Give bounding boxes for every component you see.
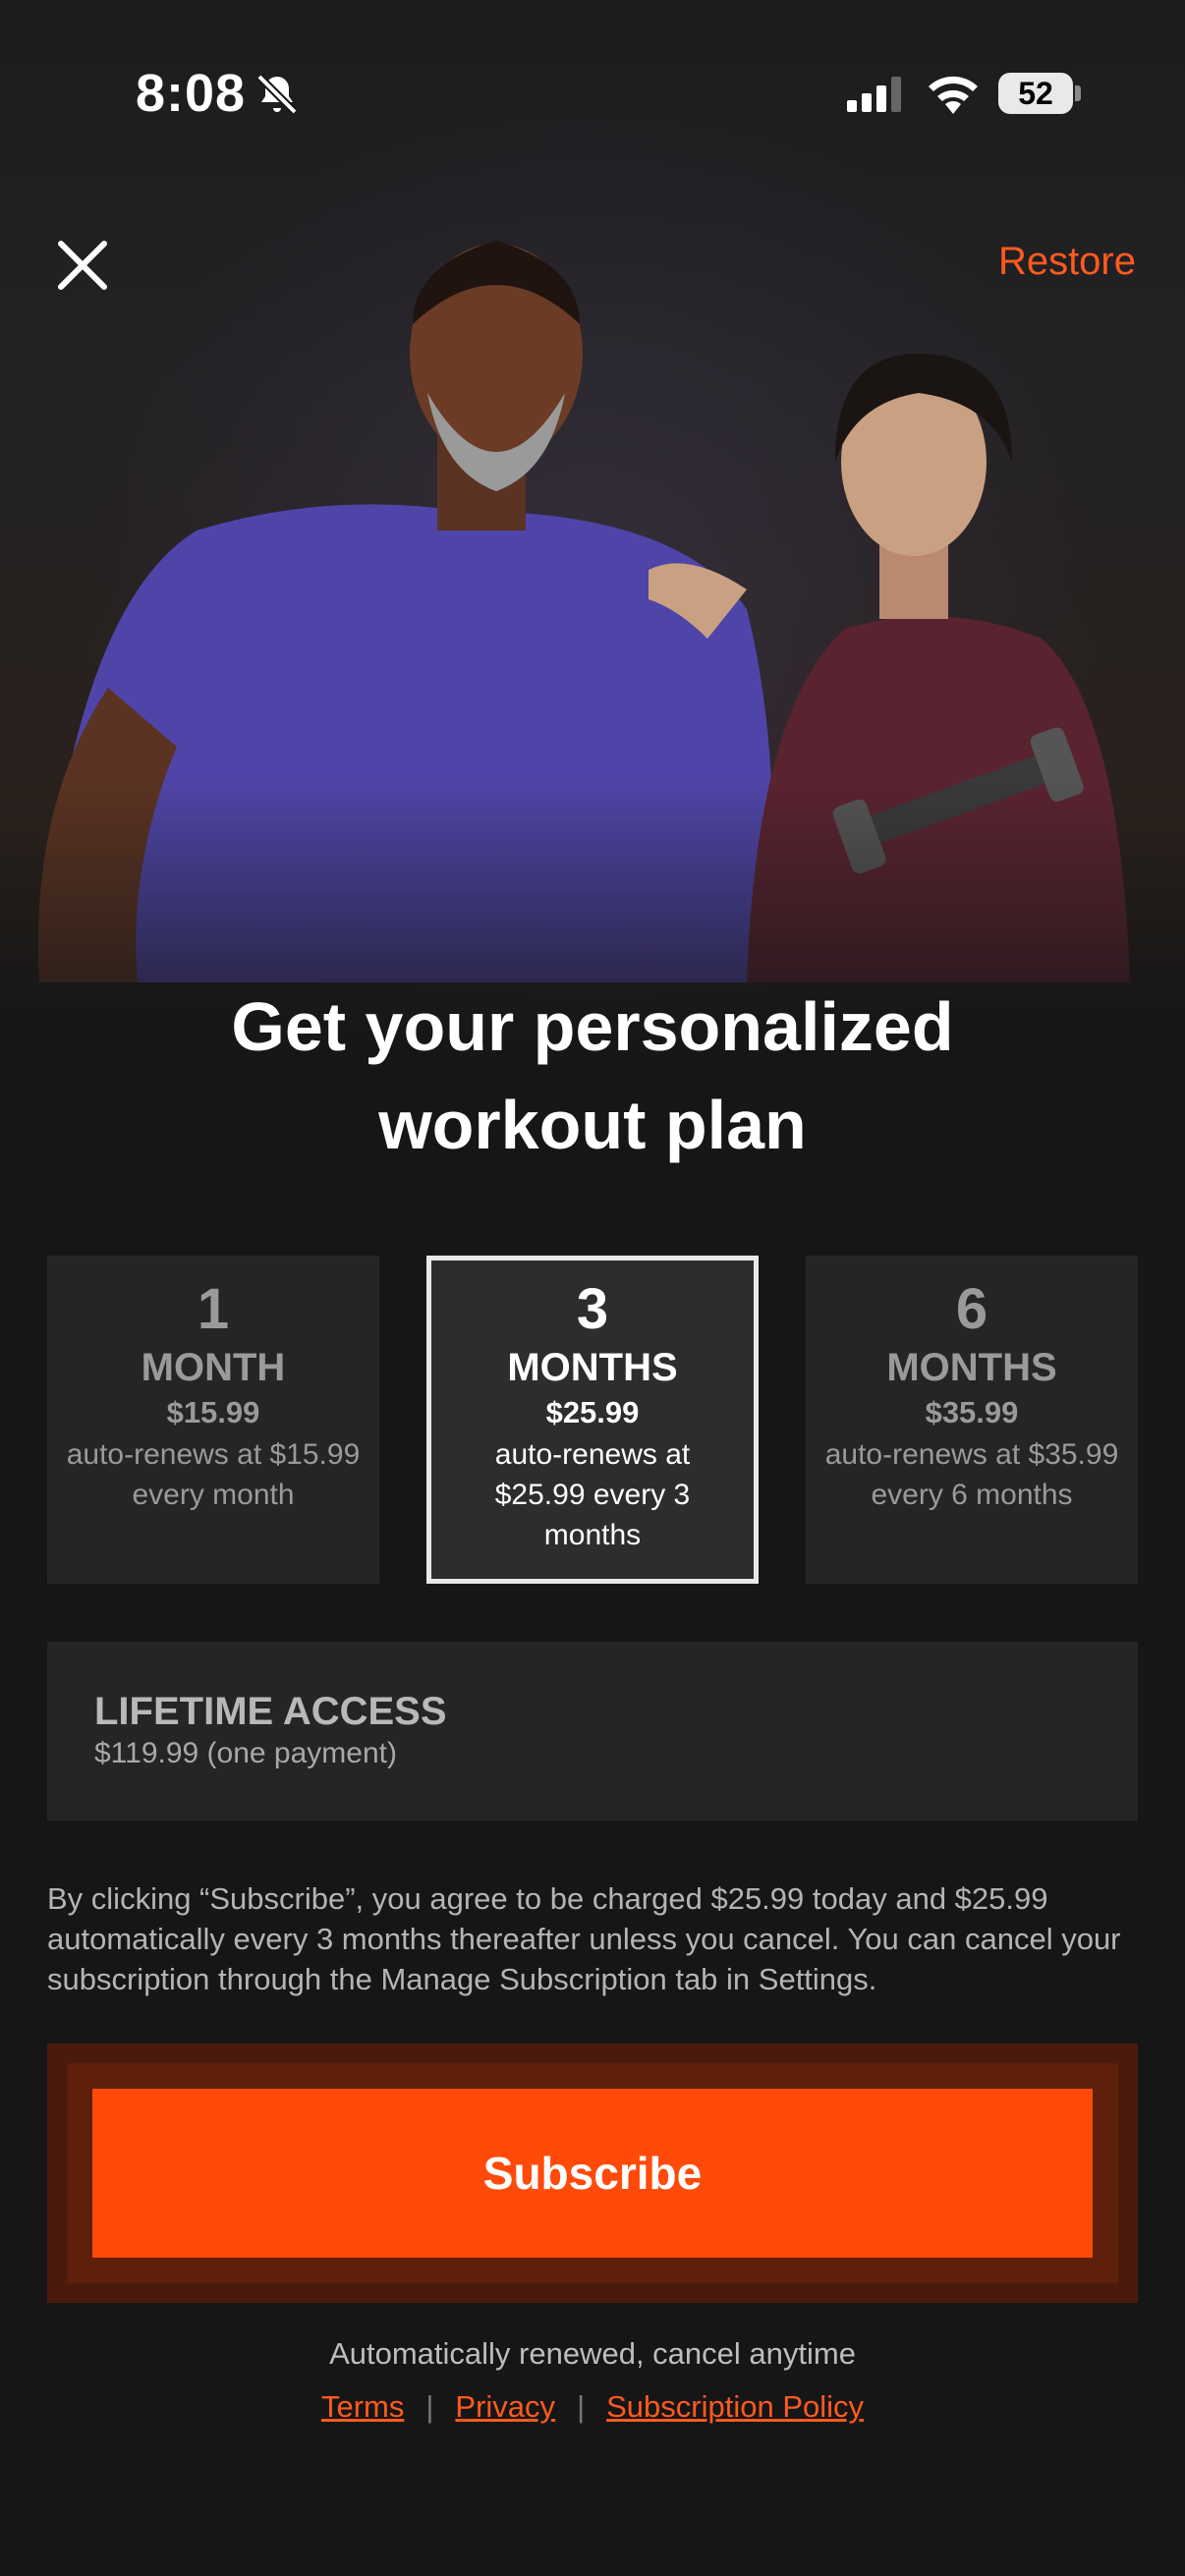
plan-number: 6 (955, 1277, 988, 1341)
plan-price: $25.99 (545, 1395, 640, 1429)
battery-icon: 52 (998, 73, 1073, 114)
plan-unit: MONTHS (507, 1346, 678, 1389)
title-line-2: workout plan (378, 1087, 807, 1163)
cellular-signal-icon (847, 77, 901, 112)
page-title: Get your personalized workout plan (0, 978, 1185, 1174)
title-line-1: Get your personalized (231, 988, 954, 1065)
footer-links: Terms | Privacy | Subscription Policy (0, 2389, 1185, 2425)
plan-1-month[interactable]: 1 MONTH $15.99 auto-renews at $15.99 eve… (47, 1256, 379, 1584)
privacy-link[interactable]: Privacy (455, 2389, 555, 2424)
plan-renew-text: auto-renews at $35.99 every 6 months (824, 1438, 1119, 1511)
plan-number: 3 (576, 1277, 609, 1341)
plan-number: 1 (197, 1277, 230, 1341)
plan-price: $15.99 (166, 1395, 260, 1429)
subscribe-glow-inner: Subscribe (67, 2063, 1118, 2283)
terms-link[interactable]: Terms (321, 2389, 404, 2424)
status-time: 8:08 (136, 64, 247, 123)
wifi-icon (929, 76, 978, 114)
battery-tip (1075, 85, 1081, 101)
legal-text: By clicking “Subscribe”, you agree to be… (47, 1881, 1121, 1996)
restore-button[interactable]: Restore (998, 240, 1136, 284)
plan-unit: MONTH (141, 1346, 286, 1389)
lifetime-price: $119.99 (one payment) (94, 1737, 397, 1769)
subscribe-glow: Subscribe (47, 2044, 1138, 2303)
close-icon[interactable] (51, 234, 114, 297)
plan-renew-text: auto-renews at $25.99 every 3 months (494, 1438, 691, 1551)
lifetime-title: LIFETIME ACCESS (94, 1690, 447, 1733)
subscribe-button[interactable]: Subscribe (92, 2089, 1093, 2258)
plan-3-months[interactable]: 3 MONTHS $25.99 auto-renews at $25.99 ev… (426, 1256, 759, 1584)
status-bar: 8:08 52 (0, 0, 1185, 187)
subscription-policy-link[interactable]: Subscription Policy (606, 2389, 864, 2424)
plan-unit: MONTHS (886, 1346, 1057, 1389)
link-divider: | (425, 2389, 434, 2424)
bell-slash-icon (256, 74, 298, 115)
plan-price: $35.99 (925, 1395, 1019, 1429)
plan-6-months[interactable]: 6 MONTHS $35.99 auto-renews at $35.99 ev… (806, 1256, 1138, 1584)
auto-renew-note: Automatically renewed, cancel anytime (329, 2336, 856, 2371)
link-divider: | (577, 2389, 586, 2424)
plan-lifetime[interactable]: LIFETIME ACCESS $119.99 (one payment) (47, 1642, 1138, 1820)
plan-options: 1 MONTH $15.99 auto-renews at $15.99 eve… (47, 1256, 1138, 1584)
plan-renew-text: auto-renews at $15.99 every month (66, 1438, 361, 1511)
